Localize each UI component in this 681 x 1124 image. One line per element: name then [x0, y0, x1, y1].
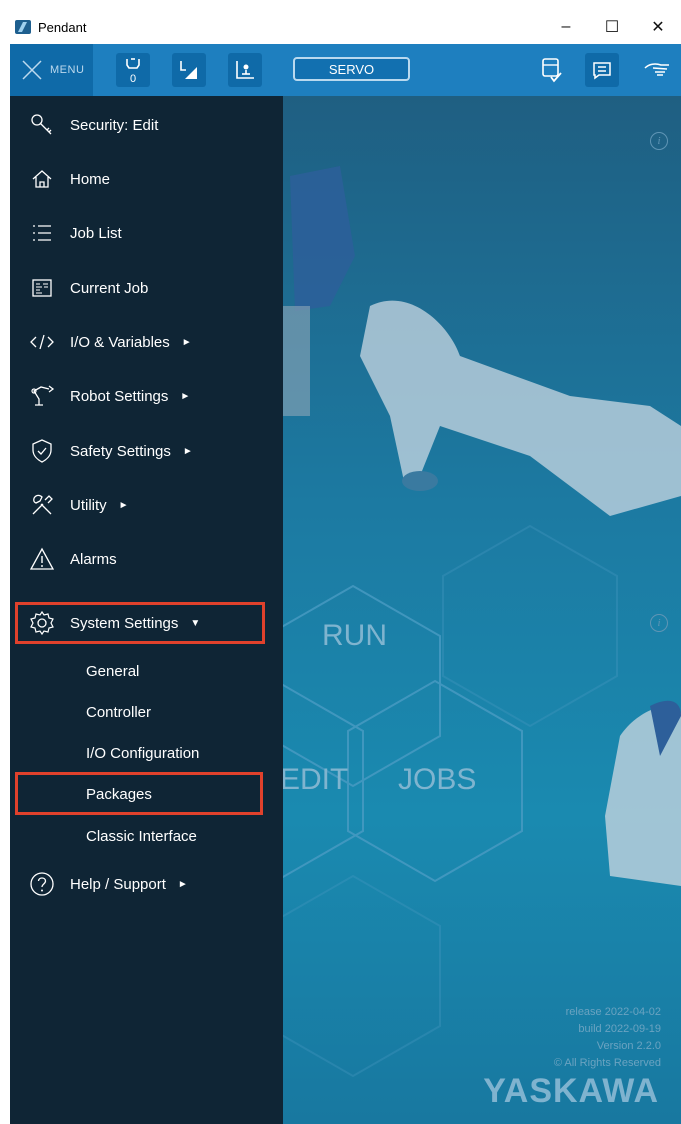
menu-item-job-list[interactable]: Job List	[10, 213, 283, 253]
hand-icon	[644, 63, 669, 76]
menu-item-label: Alarms	[70, 550, 117, 568]
menu-item-utility[interactable]: Utility ►	[10, 485, 283, 525]
menu-item-label: Job List	[70, 224, 122, 242]
menu-item-robot-settings[interactable]: Robot Settings ►	[10, 376, 283, 416]
coordinate-button[interactable]	[172, 53, 206, 87]
highlight-system-settings	[15, 602, 265, 644]
shield-icon	[28, 437, 56, 465]
coordinate-icon	[180, 61, 197, 79]
info-icon[interactable]: i	[650, 132, 668, 150]
key-icon	[28, 111, 56, 139]
device-check-button[interactable]	[534, 53, 568, 87]
release-date: release 2022-04-02	[565, 1006, 661, 1018]
menu-item-alarms[interactable]: Alarms	[10, 539, 283, 579]
side-menu: Security: Edit Home Job List Current Job	[10, 96, 283, 1124]
submenu-item-classic-interface[interactable]: Classic Interface	[86, 828, 197, 845]
menu-item-safety-settings[interactable]: Safety Settings ►	[10, 431, 283, 471]
robot-icon	[28, 382, 56, 410]
expand-arrow-icon: ►	[180, 390, 191, 402]
jobs-tile-label[interactable]: JOBS	[398, 763, 476, 797]
expand-arrow-icon: ►	[118, 499, 129, 511]
menu-item-label: Robot Settings	[70, 387, 169, 405]
gripper-icon: 0	[126, 58, 140, 85]
menu-button[interactable]: MENU	[10, 44, 93, 96]
menu-item-help-support[interactable]: Help / Support ►	[10, 864, 283, 904]
message-icon	[593, 62, 611, 80]
tool-select-button[interactable]: 0	[116, 53, 150, 87]
user-frame-icon	[236, 61, 254, 79]
list-icon	[28, 219, 56, 247]
toolbar: MENU 0 SERVO	[10, 44, 681, 96]
user-frame-button[interactable]	[228, 53, 262, 87]
servo-button[interactable]: SERVO	[293, 57, 410, 81]
menu-item-label: Utility	[70, 496, 107, 514]
run-tile-label[interactable]: RUN	[322, 619, 387, 653]
build-date: build 2022-09-19	[578, 1023, 661, 1035]
submenu-item-controller[interactable]: Controller	[86, 704, 151, 721]
info-icon[interactable]: i	[650, 614, 668, 632]
highlight-packages	[15, 772, 263, 815]
tool-count: 0	[130, 73, 136, 85]
help-icon	[28, 870, 56, 898]
maximize-button[interactable]: ☐	[589, 10, 635, 44]
warning-icon	[28, 545, 56, 573]
menu-item-label: Home	[70, 170, 111, 188]
copyright: © All Rights Reserved	[553, 1057, 661, 1069]
window-title: Pendant	[38, 19, 87, 35]
code-icon	[28, 328, 56, 356]
menu-item-current-job[interactable]: Current Job	[10, 268, 283, 308]
release-info: release 2022-04-02 build 2022-09-19 Vers…	[554, 1004, 661, 1072]
pendant-check-icon	[542, 58, 562, 83]
version: Version 2.2.0	[596, 1040, 661, 1052]
submenu-item-io-configuration[interactable]: I/O Configuration	[86, 745, 199, 762]
menu-label: MENU	[50, 64, 85, 76]
expand-arrow-icon: ►	[182, 445, 193, 457]
minimize-button[interactable]: –	[543, 10, 589, 44]
expand-arrow-icon: ►	[181, 336, 192, 348]
edit-tile-label[interactable]: EDIT	[280, 763, 348, 797]
messages-button[interactable]	[585, 53, 619, 87]
menu-item-label: Help / Support	[70, 875, 166, 893]
menu-item-home[interactable]: Home	[10, 159, 283, 199]
menu-item-io-variables[interactable]: I/O & Variables ►	[10, 322, 283, 362]
close-menu-icon	[22, 60, 42, 80]
menu-item-label: Security: Edit	[70, 116, 159, 134]
home-icon	[28, 165, 56, 193]
tools-icon	[28, 491, 56, 519]
expand-arrow-icon: ►	[177, 878, 188, 890]
menu-item-security[interactable]: Security: Edit	[10, 105, 283, 145]
menu-item-label: Current Job	[70, 279, 149, 297]
yaskawa-logo: YASKAWA	[483, 1072, 659, 1110]
submenu-item-general[interactable]: General	[86, 663, 139, 680]
enable-hand-button[interactable]	[641, 53, 675, 87]
job-icon	[28, 274, 56, 302]
menu-item-label: Safety Settings	[70, 442, 171, 460]
title-bar: Pendant – ☐ ✕	[10, 10, 681, 44]
app-icon	[15, 20, 31, 34]
pendant-window: Pendant – ☐ ✕ MENU 0 SERVO i i RUN EDIT …	[10, 10, 681, 1124]
menu-item-label: I/O & Variables	[70, 333, 170, 351]
close-button[interactable]: ✕	[635, 10, 681, 44]
